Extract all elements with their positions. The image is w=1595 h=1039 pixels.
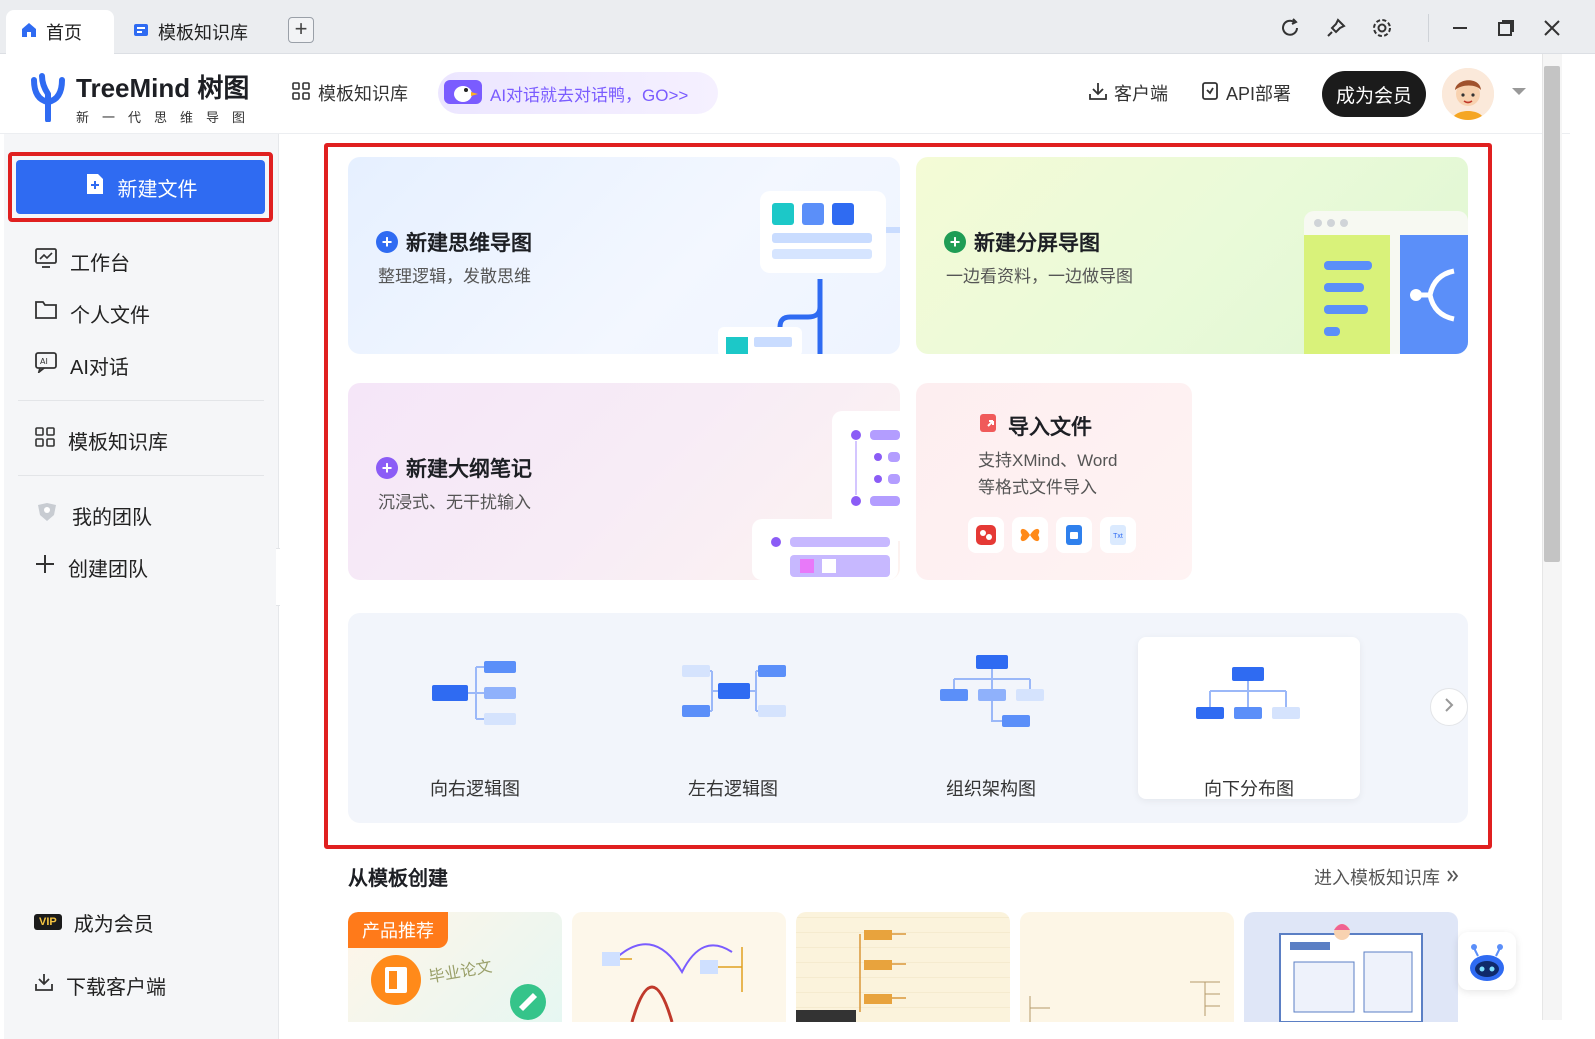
mindmap-thumbnail-preview (602, 943, 743, 1022)
grid-icon (34, 426, 56, 454)
tab-home[interactable]: 首页 (6, 10, 114, 54)
scrollbar-thumb[interactable] (1544, 66, 1560, 562)
treemind-logo[interactable]: TreeMind 树图 新一代思维导图 (28, 68, 258, 126)
refresh-icon[interactable] (1276, 14, 1304, 42)
template-thumbnail[interactable] (1020, 912, 1234, 1022)
maximize-icon[interactable] (1492, 14, 1520, 42)
thumbnail-caption: 毕业论文 (427, 958, 494, 987)
minimize-icon[interactable] (1446, 14, 1474, 42)
tab-bar: 首页 模板知识库 + (0, 0, 1595, 54)
grid-icon (292, 81, 310, 105)
monitor-icon (34, 247, 58, 275)
folder-icon (34, 299, 58, 327)
enter-template-library-link[interactable]: 进入模板知识库 (1314, 864, 1460, 890)
template-thumbnail[interactable] (572, 912, 786, 1022)
sidebar-item-personal-files[interactable]: 个人文件 (34, 298, 150, 328)
nav-template-library-label: 模板知识库 (318, 84, 408, 104)
sidebar-divider (18, 475, 264, 476)
download-icon (34, 972, 54, 998)
template-thumbnail[interactable]: 产品推荐 毕业论文 (348, 912, 562, 1022)
duck-mascot-icon (444, 76, 482, 111)
pin-icon[interactable] (1322, 14, 1350, 42)
sidebar-item-my-team[interactable]: 我的团队 (34, 500, 152, 530)
library-icon (132, 21, 150, 44)
plus-icon (34, 553, 56, 581)
tab-home-label: 首页 (46, 23, 82, 43)
sidebar-item-label: 工作台 (70, 252, 130, 275)
ai-chat-banner-text: AI对话就去对话鸭，GO>> (490, 85, 689, 105)
sidebar-download-client[interactable]: 下载客户端 (34, 970, 166, 1000)
window-control-divider (1428, 14, 1429, 42)
pen-badge-icon (510, 984, 546, 1020)
ai-assistant-robot-icon[interactable] (1458, 932, 1516, 990)
new-file-label: 新建文件 (117, 178, 198, 201)
sidebar: 新建文件 工作台 个人文件 AI AI对话 模板知识库 我的团队 创建团队 VI… (4, 134, 279, 1039)
sidebar-download-label: 下载客户端 (66, 976, 166, 999)
sidebar-item-label: 模板知识库 (68, 431, 168, 454)
tree-thumbnail-preview (1029, 981, 1220, 1022)
study-plan-thumbnail-preview (1279, 924, 1423, 1022)
sidebar-divider (18, 400, 264, 401)
sidebar-item-create-team[interactable]: 创建团队 (34, 552, 148, 582)
svg-text:AI: AI (40, 357, 48, 366)
client-label: 客户端 (1114, 84, 1168, 104)
team-icon (34, 501, 60, 529)
logo-subtitle: 新一代思维导图 (76, 110, 259, 125)
enter-library-label: 进入模板知识库 (1314, 868, 1440, 888)
nav-template-library[interactable]: 模板知识库 (292, 80, 408, 106)
vip-badge-icon: VIP (34, 914, 62, 930)
sidebar-item-ai-chat[interactable]: AI AI对话 (34, 350, 129, 380)
create-area-highlight (324, 143, 1492, 849)
sidebar-item-label: 我的团队 (72, 506, 152, 529)
become-vip-button[interactable]: 成为会员 (1322, 71, 1426, 117)
double-chevron-right-icon (1446, 867, 1460, 888)
section-title: 从模板创建 (348, 868, 448, 890)
sidebar-vip-label: 成为会员 (73, 913, 154, 936)
template-thumbnail[interactable] (1244, 912, 1458, 1022)
tab-library[interactable]: 模板知识库 (118, 10, 268, 54)
sidebar-item-template-library[interactable]: 模板知识库 (34, 425, 168, 455)
app-header: TreeMind 树图 新一代思维导图 模板知识库 AI对话就去对话鸭，GO>>… (0, 54, 1570, 134)
logo-name: TreeMind 树图 (76, 73, 250, 103)
treemind-logo-icon (31, 73, 65, 122)
template-thumbnail[interactable] (796, 912, 1010, 1022)
sidebar-item-label: 个人文件 (70, 304, 150, 327)
home-icon (20, 21, 38, 44)
api-deploy-link[interactable]: API部署 (1200, 80, 1291, 106)
download-icon (1088, 81, 1108, 106)
add-tab-button[interactable]: + (288, 17, 314, 43)
ai-chat-banner[interactable]: AI对话就去对话鸭，GO>> (438, 72, 718, 114)
api-shield-icon (1200, 81, 1220, 106)
new-file-icon (84, 172, 106, 202)
client-download-link[interactable]: 客户端 (1088, 80, 1168, 106)
sidebar-item-workbench[interactable]: 工作台 (34, 246, 130, 276)
api-label: API部署 (1226, 84, 1292, 104)
close-icon[interactable] (1538, 14, 1566, 42)
settings-gear-icon[interactable] (1368, 14, 1396, 42)
tab-library-label: 模板知识库 (158, 23, 248, 43)
list-thumbnail-preview (796, 930, 906, 1022)
thesis-book-icon (371, 955, 421, 1005)
sidebar-item-label: 创建团队 (68, 558, 148, 581)
new-file-highlight: 新建文件 (8, 152, 273, 222)
sidebar-become-vip[interactable]: VIP 成为会员 (34, 907, 154, 937)
new-file-button[interactable]: 新建文件 (16, 160, 265, 214)
sidebar-item-label: AI对话 (70, 356, 129, 379)
ai-chat-icon: AI (34, 351, 58, 379)
chevron-down-icon[interactable] (1512, 88, 1526, 95)
user-avatar[interactable] (1442, 68, 1494, 120)
product-recommend-badge: 产品推荐 (348, 912, 448, 948)
